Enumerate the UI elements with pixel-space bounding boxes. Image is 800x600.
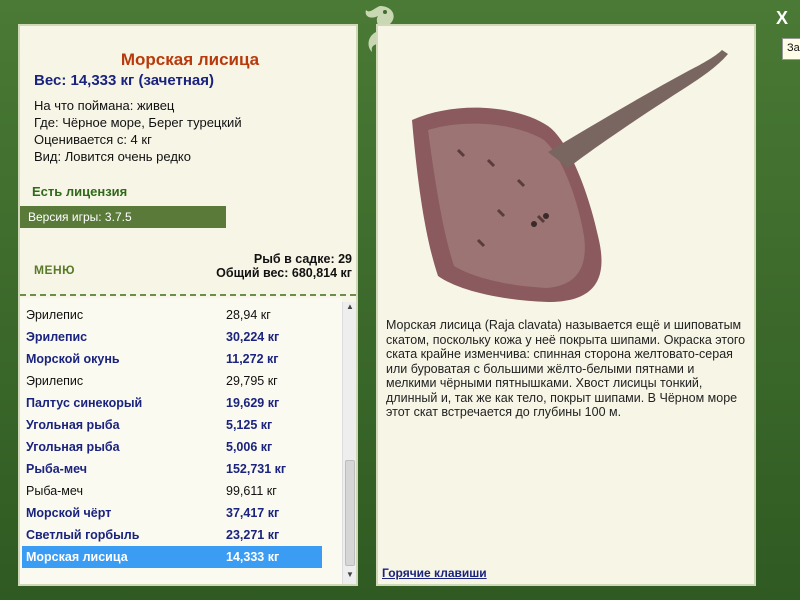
rarity-line: Вид: Ловится очень редко <box>34 149 191 164</box>
total-weight: Общий вес: 680,814 кг <box>216 266 352 280</box>
fish-list-row[interactable]: Палтус синекорый 19,629 кг <box>22 392 322 414</box>
divider <box>20 294 356 296</box>
fish-row-weight: 37,417 кг <box>226 506 280 520</box>
fish-row-name: Морская лисица <box>26 550 128 564</box>
fish-row-name: Рыба-меч <box>26 484 83 498</box>
fish-row-weight: 19,629 кг <box>226 396 280 410</box>
fish-list-row[interactable]: Угольная рыба 5,125 кг <box>22 414 322 436</box>
fish-list-row[interactable]: Морской окунь 11,272 кг <box>22 348 322 370</box>
list-scrollbar[interactable]: ▲ ▼ <box>342 302 356 584</box>
fish-list-row[interactable]: Светлый горбыль 23,271 кг <box>22 524 322 546</box>
fish-list-row[interactable]: Морская лисица 14,333 кг <box>22 546 322 568</box>
fish-count: Рыб в садке: 29 <box>253 252 352 266</box>
fish-row-weight: 5,006 кг <box>226 440 273 454</box>
bait-line: На что поймана: живец <box>34 98 175 113</box>
fish-row-weight: 11,272 кг <box>226 352 279 366</box>
catch-info-panel: Морская лисица Вес: 14,333 кг (зачетная)… <box>18 24 358 586</box>
fish-row-name: Эрилепис <box>26 374 84 388</box>
fish-row-name: Эрилепис <box>26 330 88 344</box>
keepnet-stats: Рыб в садке: 29 Общий вес: 680,814 кг <box>216 252 352 280</box>
fish-description: Морская лисица (Raja clavata) называется… <box>386 318 746 419</box>
fish-list-row[interactable]: Угольная рыба 5,006 кг <box>22 436 322 458</box>
fish-list-row[interactable]: Рыба-меч 99,611 кг <box>22 480 322 502</box>
fish-row-name: Морской чёрт <box>26 506 112 520</box>
scroll-down-icon[interactable]: ▼ <box>343 570 357 584</box>
fish-weight: Вес: 14,333 кг (зачетная) <box>34 72 215 89</box>
side-tab[interactable]: За <box>782 38 800 60</box>
fish-list-row[interactable]: Эрилепис 30,224 кг <box>22 326 322 348</box>
fish-row-name: Светлый горбыль <box>26 528 140 542</box>
fish-row-weight: 152,731 кг <box>226 462 287 476</box>
fish-row-name: Угольная рыба <box>26 440 120 454</box>
fish-row-name: Рыба-меч <box>26 462 87 476</box>
fish-list-row[interactable]: Рыба-меч 152,731 кг <box>22 458 322 480</box>
scroll-thumb[interactable] <box>345 460 355 566</box>
menu-button[interactable]: МЕНЮ <box>34 263 75 277</box>
fish-list[interactable]: Эрилепис 28,94 кг Эрилепис 30,224 кг Морской… <box>20 298 342 584</box>
fish-row-weight: 99,611 кг <box>226 484 277 498</box>
fish-row-weight: 5,125 кг <box>226 418 273 432</box>
fish-row-name: Угольная рыба <box>26 418 120 432</box>
fish-row-weight: 28,94 кг <box>226 308 271 322</box>
minimum-weight-line: Оценивается с: 4 кг <box>34 132 152 147</box>
license-status: Есть лицензия <box>32 184 128 199</box>
fish-row-weight: 23,271 кг <box>226 528 280 542</box>
close-button[interactable]: X <box>772 8 792 28</box>
fish-row-name: Морской окунь <box>26 352 120 366</box>
fish-detail-panel: Морская лисица (Raja clavata) называется… <box>376 24 756 586</box>
fish-list-row[interactable]: Морской чёрт 37,417 кг <box>22 502 322 524</box>
version-bar: Версия игры: 3.7.5 <box>20 206 226 228</box>
fish-row-name: Эрилепис <box>26 308 84 322</box>
fish-row-weight: 14,333 кг <box>226 550 280 564</box>
fish-title: Морская лисица <box>120 50 260 69</box>
location-line: Где: Чёрное море, Берег турецкий <box>34 115 242 130</box>
fish-list-row[interactable]: Эрилепис 29,795 кг <box>22 370 322 392</box>
scroll-up-icon[interactable]: ▲ <box>343 302 357 316</box>
fish-row-name: Палтус синекорый <box>26 396 143 410</box>
fish-row-weight: 30,224 кг <box>226 330 280 344</box>
fish-list-row[interactable]: Эрилепис 28,94 кг <box>22 304 322 326</box>
hotkeys-link[interactable]: Горячие клавиши <box>382 566 487 580</box>
fish-image <box>412 50 728 303</box>
fish-row-weight: 29,795 кг <box>226 374 278 388</box>
